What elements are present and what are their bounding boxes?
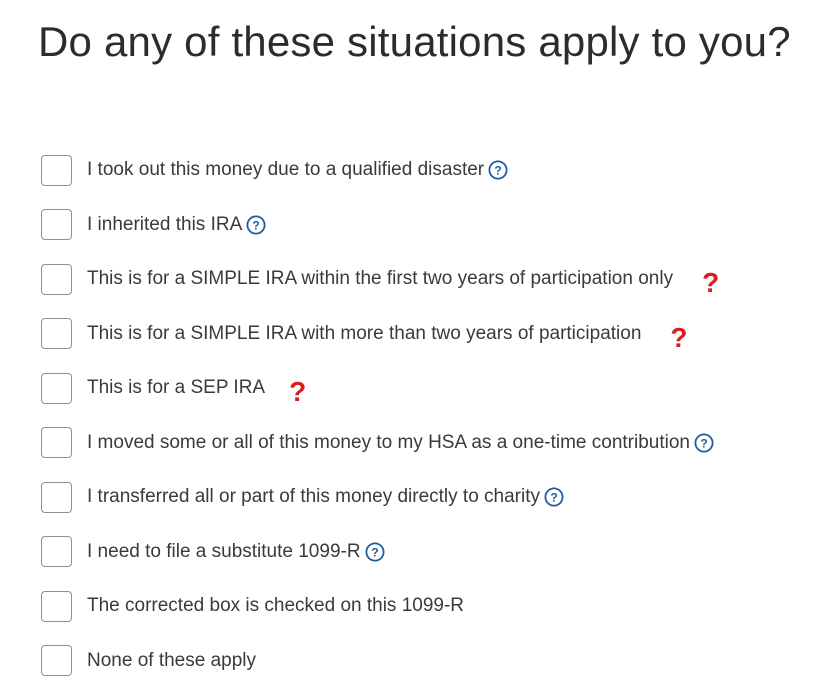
checkbox[interactable] [41,209,72,241]
svg-text:?: ? [550,491,557,505]
help-circle-icon[interactable]: ? [694,433,714,453]
option-hsa-contribution[interactable]: I moved some or all of this money to my … [41,416,831,471]
option-none-apply[interactable]: None of these apply [41,634,831,689]
red-question-mark-annotation: ? [702,267,720,299]
red-question-mark-annotation: ? [289,376,307,408]
checkbox[interactable] [41,318,72,350]
help-circle-icon[interactable]: ? [544,487,564,507]
checkbox[interactable] [41,372,72,404]
option-qualified-disaster[interactable]: I took out this money due to a qualified… [41,143,831,198]
help-circle-icon[interactable]: ? [488,160,508,180]
option-label: This is for a SIMPLE IRA with more than … [87,322,642,344]
red-question-mark-annotation: ? [670,321,688,353]
options-list: I took out this money due to a qualified… [41,143,831,688]
checkbox[interactable] [41,645,72,677]
option-charity-transfer[interactable]: I transferred all or part of this money … [41,470,831,525]
option-label: I need to file a substitute 1099-R [87,540,361,562]
help-circle-icon[interactable]: ? [246,215,266,235]
option-simple-ira-more-than-two-years[interactable]: This is for a SIMPLE IRA with more than … [41,307,831,362]
svg-text:?: ? [494,164,501,178]
checkbox[interactable] [41,590,72,622]
checkbox[interactable] [41,263,72,295]
svg-text:?: ? [253,218,260,232]
svg-text:?: ? [700,436,707,450]
option-label: I moved some or all of this money to my … [87,431,690,453]
option-sep-ira[interactable]: This is for a SEP IRA ? [41,361,831,416]
option-inherited-ira[interactable]: I inherited this IRA ? [41,198,831,253]
option-simple-ira-first-two-years[interactable]: This is for a SIMPLE IRA within the firs… [41,252,831,307]
help-circle-icon[interactable]: ? [365,542,385,562]
option-label: This is for a SIMPLE IRA within the firs… [87,268,674,290]
page-title: Do any of these situations apply to you? [38,18,791,65]
option-substitute-1099r[interactable]: I need to file a substitute 1099-R ? [41,525,831,580]
option-label: None of these apply [87,649,257,671]
svg-text:?: ? [371,545,378,559]
option-corrected-box[interactable]: The corrected box is checked on this 109… [41,579,831,634]
option-label: The corrected box is checked on this 109… [87,595,465,617]
checkbox[interactable] [41,481,72,513]
option-label: This is for a SEP IRA [87,377,266,399]
checkbox[interactable] [41,536,72,568]
option-label: I transferred all or part of this money … [87,486,541,508]
option-label: I took out this money due to a qualified… [87,159,485,181]
checkbox[interactable] [41,154,72,186]
option-label: I inherited this IRA [87,213,243,235]
checkbox[interactable] [41,427,72,459]
situations-page: Do any of these situations apply to you?… [0,0,836,689]
